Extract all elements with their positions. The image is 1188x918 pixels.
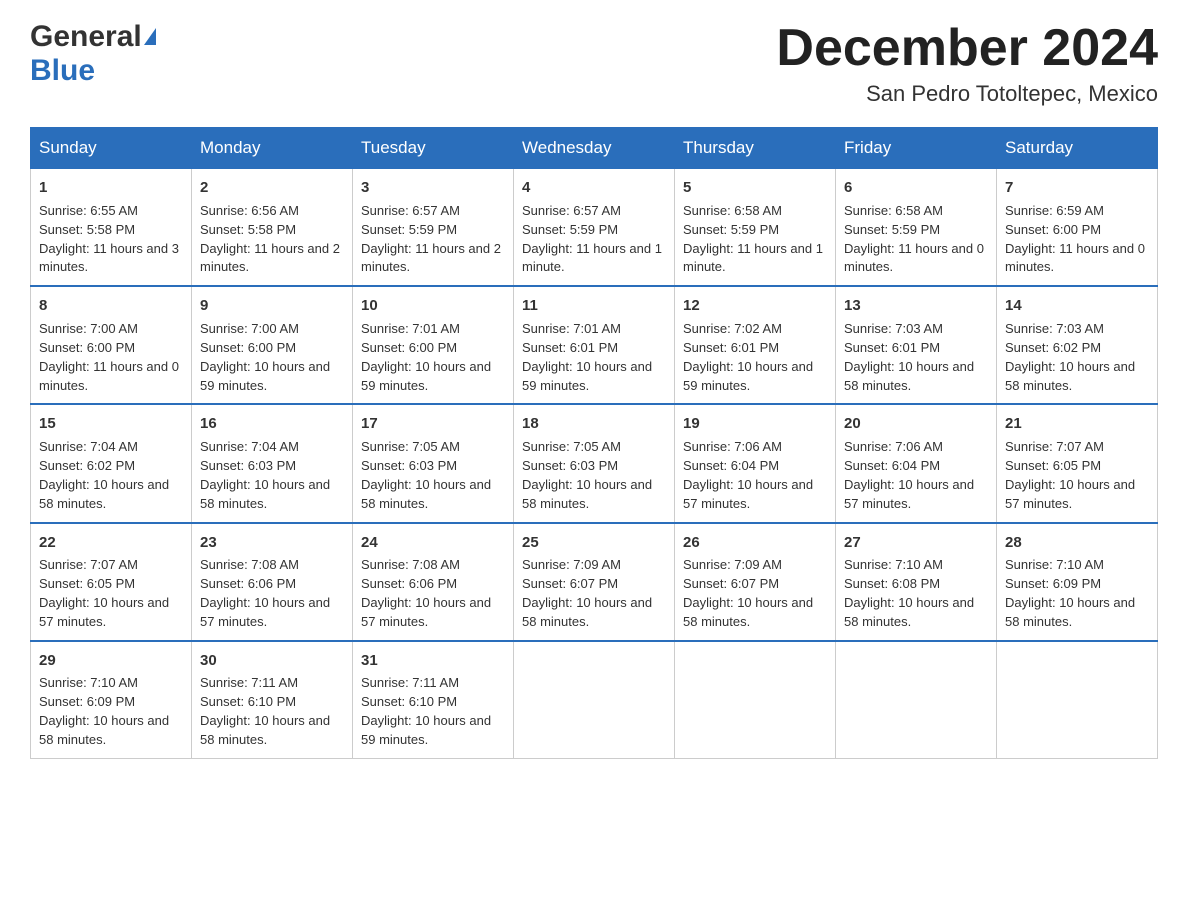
calendar-cell: 2Sunrise: 6:56 AMSunset: 5:58 PMDaylight… [192, 169, 353, 287]
calendar-cell [836, 641, 997, 759]
calendar-cell: 3Sunrise: 6:57 AMSunset: 5:59 PMDaylight… [353, 169, 514, 287]
calendar-week-4: 22Sunrise: 7:07 AMSunset: 6:05 PMDayligh… [31, 523, 1158, 641]
header-wednesday: Wednesday [514, 128, 675, 169]
day-number: 8 [39, 295, 183, 317]
calendar-cell: 19Sunrise: 7:06 AMSunset: 6:04 PMDayligh… [675, 404, 836, 522]
calendar-week-2: 8Sunrise: 7:00 AMSunset: 6:00 PMDaylight… [31, 286, 1158, 404]
logo-general-text: General [30, 20, 142, 54]
calendar-cell: 20Sunrise: 7:06 AMSunset: 6:04 PMDayligh… [836, 404, 997, 522]
calendar-cell: 24Sunrise: 7:08 AMSunset: 6:06 PMDayligh… [353, 523, 514, 641]
calendar-week-1: 1Sunrise: 6:55 AMSunset: 5:58 PMDaylight… [31, 169, 1158, 287]
day-number: 5 [683, 177, 827, 199]
header-friday: Friday [836, 128, 997, 169]
calendar-cell: 29Sunrise: 7:10 AMSunset: 6:09 PMDayligh… [31, 641, 192, 759]
calendar-cell: 26Sunrise: 7:09 AMSunset: 6:07 PMDayligh… [675, 523, 836, 641]
day-number: 13 [844, 295, 988, 317]
header-monday: Monday [192, 128, 353, 169]
calendar-cell: 9Sunrise: 7:00 AMSunset: 6:00 PMDaylight… [192, 286, 353, 404]
header-tuesday: Tuesday [353, 128, 514, 169]
calendar-cell: 22Sunrise: 7:07 AMSunset: 6:05 PMDayligh… [31, 523, 192, 641]
calendar-cell: 11Sunrise: 7:01 AMSunset: 6:01 PMDayligh… [514, 286, 675, 404]
day-number: 10 [361, 295, 505, 317]
calendar-cell: 8Sunrise: 7:00 AMSunset: 6:00 PMDaylight… [31, 286, 192, 404]
logo-blue-text: Blue [30, 54, 95, 88]
header-sunday: Sunday [31, 128, 192, 169]
day-number: 31 [361, 650, 505, 672]
day-number: 26 [683, 532, 827, 554]
calendar-week-3: 15Sunrise: 7:04 AMSunset: 6:02 PMDayligh… [31, 404, 1158, 522]
calendar-cell: 10Sunrise: 7:01 AMSunset: 6:00 PMDayligh… [353, 286, 514, 404]
day-number: 19 [683, 413, 827, 435]
calendar-cell: 23Sunrise: 7:08 AMSunset: 6:06 PMDayligh… [192, 523, 353, 641]
calendar-cell: 25Sunrise: 7:09 AMSunset: 6:07 PMDayligh… [514, 523, 675, 641]
calendar-cell: 31Sunrise: 7:11 AMSunset: 6:10 PMDayligh… [353, 641, 514, 759]
calendar-cell: 12Sunrise: 7:02 AMSunset: 6:01 PMDayligh… [675, 286, 836, 404]
day-number: 2 [200, 177, 344, 199]
calendar-cell: 4Sunrise: 6:57 AMSunset: 5:59 PMDaylight… [514, 169, 675, 287]
day-number: 18 [522, 413, 666, 435]
month-title: December 2024 [776, 20, 1158, 77]
calendar-cell: 27Sunrise: 7:10 AMSunset: 6:08 PMDayligh… [836, 523, 997, 641]
day-number: 15 [39, 413, 183, 435]
calendar-header-row: SundayMondayTuesdayWednesdayThursdayFrid… [31, 128, 1158, 169]
calendar-cell: 1Sunrise: 6:55 AMSunset: 5:58 PMDaylight… [31, 169, 192, 287]
logo-arrow-icon [144, 28, 156, 45]
calendar-cell [997, 641, 1158, 759]
calendar-cell: 14Sunrise: 7:03 AMSunset: 6:02 PMDayligh… [997, 286, 1158, 404]
day-number: 3 [361, 177, 505, 199]
day-number: 14 [1005, 295, 1149, 317]
day-number: 23 [200, 532, 344, 554]
calendar-cell: 28Sunrise: 7:10 AMSunset: 6:09 PMDayligh… [997, 523, 1158, 641]
day-number: 22 [39, 532, 183, 554]
day-number: 30 [200, 650, 344, 672]
location-title: San Pedro Totoltepec, Mexico [776, 81, 1158, 107]
calendar-cell [514, 641, 675, 759]
day-number: 21 [1005, 413, 1149, 435]
calendar-cell: 7Sunrise: 6:59 AMSunset: 6:00 PMDaylight… [997, 169, 1158, 287]
day-number: 25 [522, 532, 666, 554]
calendar-cell: 15Sunrise: 7:04 AMSunset: 6:02 PMDayligh… [31, 404, 192, 522]
calendar-cell: 18Sunrise: 7:05 AMSunset: 6:03 PMDayligh… [514, 404, 675, 522]
title-block: December 2024 San Pedro Totoltepec, Mexi… [776, 20, 1158, 107]
calendar-cell [675, 641, 836, 759]
day-number: 11 [522, 295, 666, 317]
calendar-table: SundayMondayTuesdayWednesdayThursdayFrid… [30, 127, 1158, 759]
calendar-week-5: 29Sunrise: 7:10 AMSunset: 6:09 PMDayligh… [31, 641, 1158, 759]
day-number: 29 [39, 650, 183, 672]
header-thursday: Thursday [675, 128, 836, 169]
day-number: 24 [361, 532, 505, 554]
header-saturday: Saturday [997, 128, 1158, 169]
calendar-cell: 30Sunrise: 7:11 AMSunset: 6:10 PMDayligh… [192, 641, 353, 759]
calendar-cell: 16Sunrise: 7:04 AMSunset: 6:03 PMDayligh… [192, 404, 353, 522]
day-number: 12 [683, 295, 827, 317]
day-number: 6 [844, 177, 988, 199]
calendar-cell: 13Sunrise: 7:03 AMSunset: 6:01 PMDayligh… [836, 286, 997, 404]
day-number: 9 [200, 295, 344, 317]
day-number: 17 [361, 413, 505, 435]
page-header: General Blue December 2024 San Pedro Tot… [30, 20, 1158, 107]
day-number: 7 [1005, 177, 1149, 199]
day-number: 16 [200, 413, 344, 435]
logo: General Blue [30, 20, 156, 88]
calendar-cell: 6Sunrise: 6:58 AMSunset: 5:59 PMDaylight… [836, 169, 997, 287]
day-number: 28 [1005, 532, 1149, 554]
day-number: 20 [844, 413, 988, 435]
calendar-cell: 17Sunrise: 7:05 AMSunset: 6:03 PMDayligh… [353, 404, 514, 522]
calendar-cell: 21Sunrise: 7:07 AMSunset: 6:05 PMDayligh… [997, 404, 1158, 522]
day-number: 1 [39, 177, 183, 199]
day-number: 27 [844, 532, 988, 554]
calendar-cell: 5Sunrise: 6:58 AMSunset: 5:59 PMDaylight… [675, 169, 836, 287]
day-number: 4 [522, 177, 666, 199]
